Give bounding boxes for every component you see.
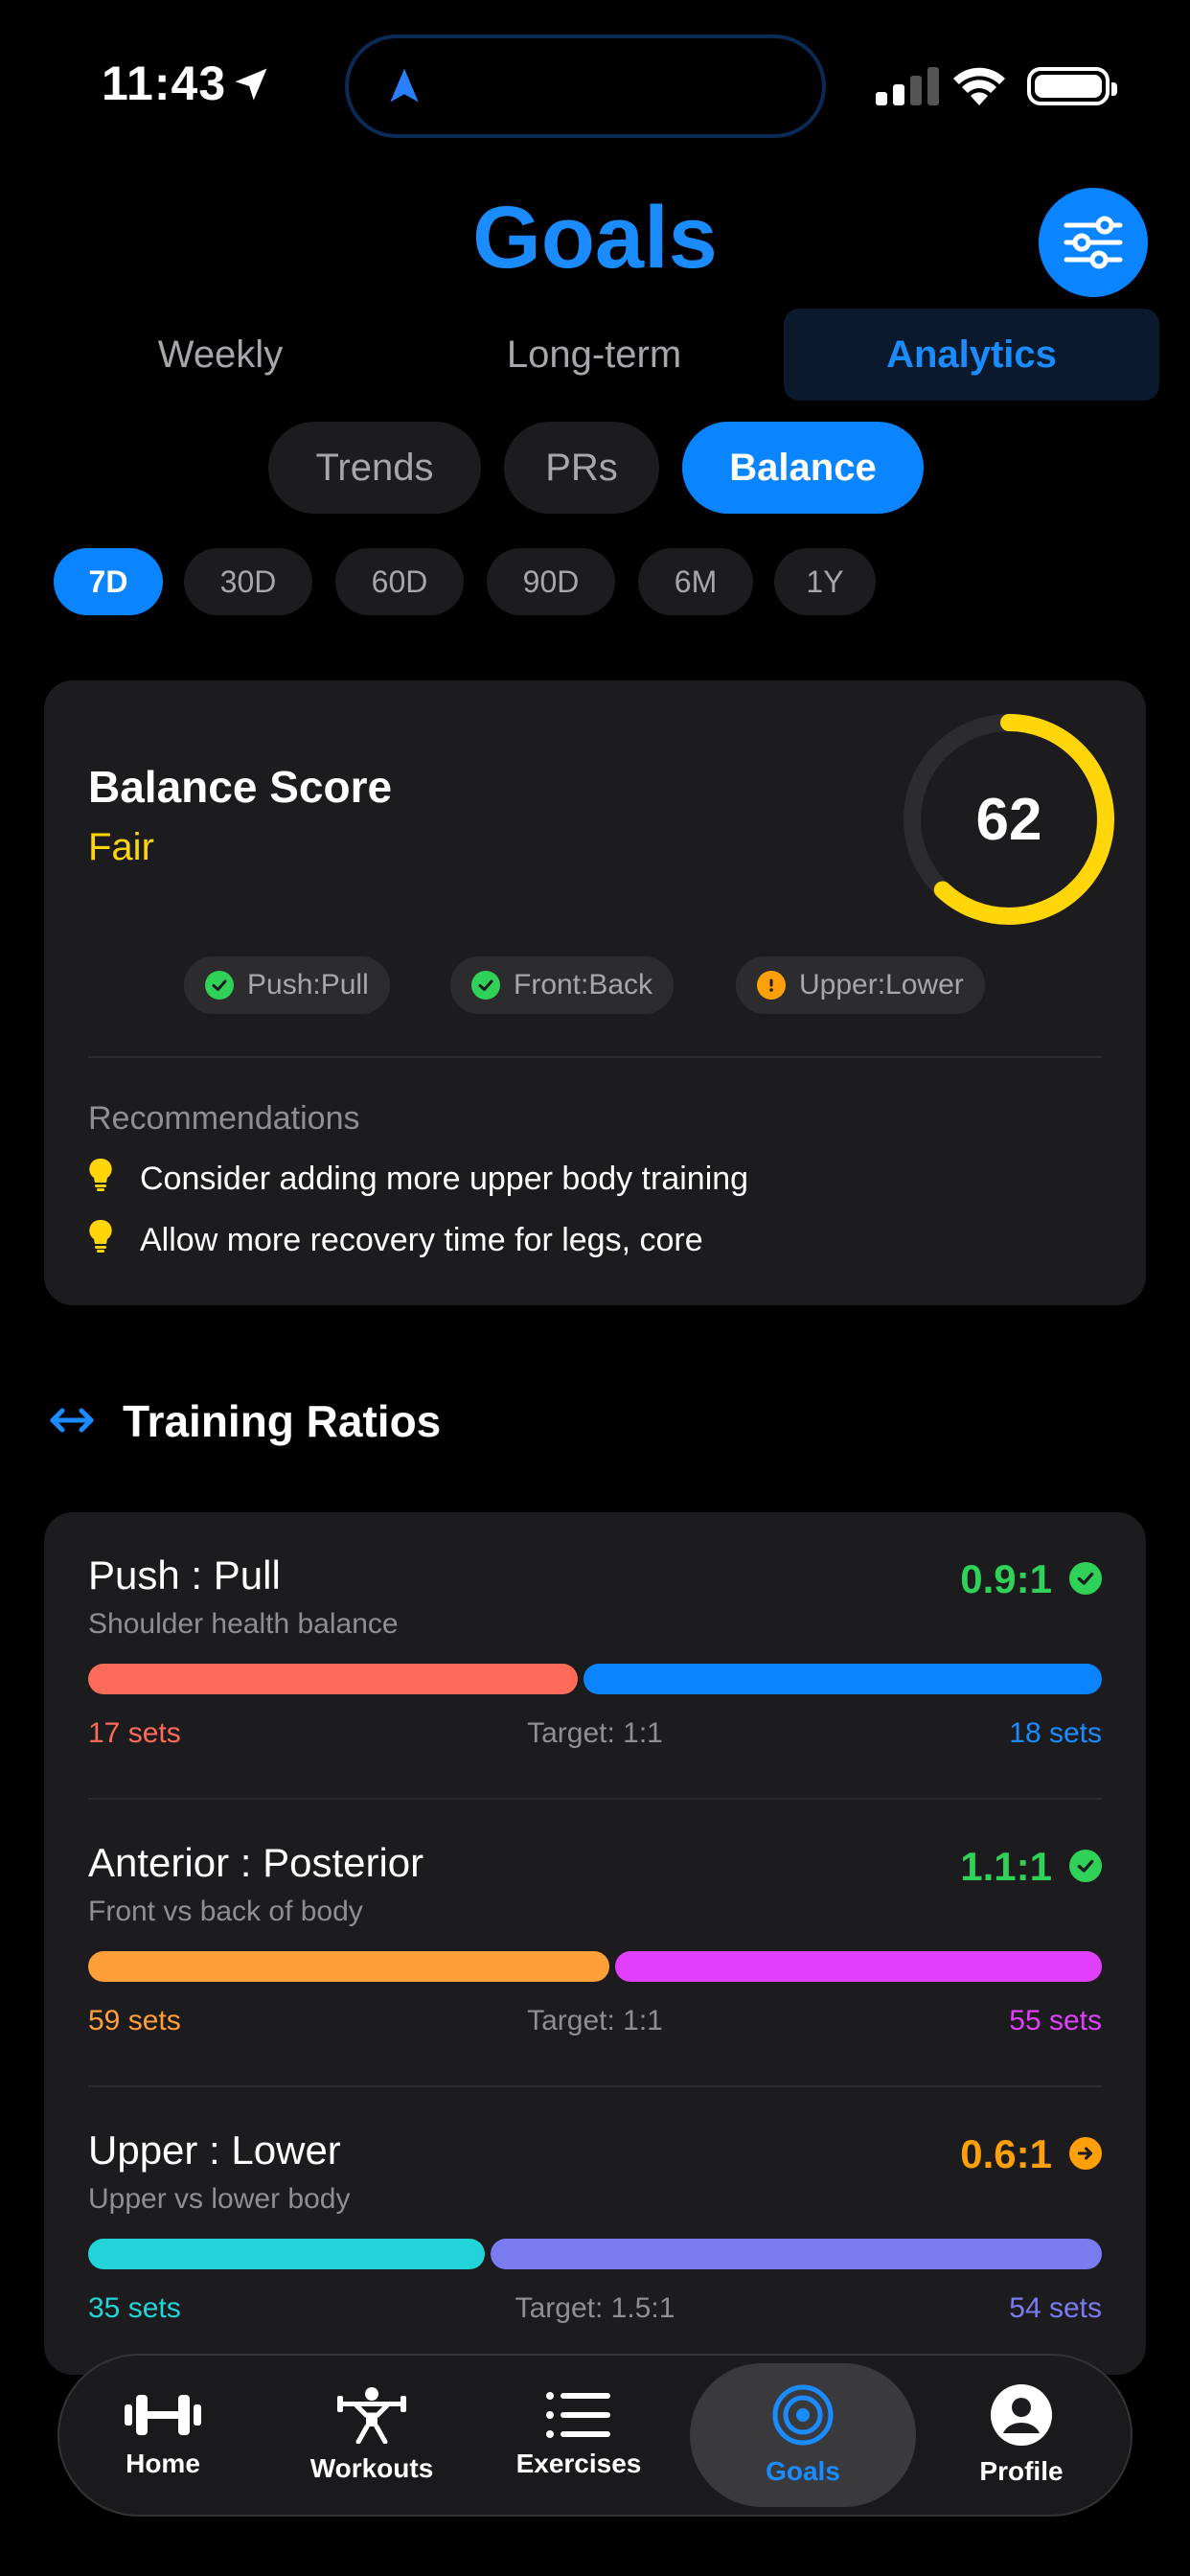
navigation-arrow-icon	[390, 68, 419, 103]
recommendation-item: Consider adding more upper body training	[88, 1158, 748, 1201]
target-icon	[772, 2384, 834, 2446]
ratio-bar-lower	[491, 2239, 1102, 2269]
check-circle-icon	[1069, 1562, 1102, 1595]
range-chip-1y[interactable]: 1Y	[774, 548, 876, 615]
nav-label: Exercises	[515, 2449, 642, 2478]
range-chip-90d[interactable]: 90D	[487, 548, 615, 615]
balance-score-card: Balance Score Fair 62 Push:Pull Front:Ba…	[44, 680, 1146, 1305]
recommendations-title: Recommendations	[88, 1100, 360, 1137]
top-tabs: Weekly Long-term Analytics	[38, 309, 1159, 401]
range-chip-6m[interactable]: 6M	[638, 548, 753, 615]
ratio-name: Anterior : Posterior	[88, 1840, 424, 1885]
nav-exercises[interactable]: Exercises	[475, 2356, 682, 2515]
cellular-signal-icon	[876, 67, 939, 105]
person-icon	[991, 2384, 1052, 2446]
subtab-trends[interactable]: Trends	[268, 422, 481, 514]
check-pill-label: Upper:Lower	[799, 969, 964, 1000]
ratio-name: Push : Pull	[88, 1552, 281, 1598]
ratio-description: Shoulder health balance	[88, 1608, 399, 1640]
ratio-description: Front vs back of body	[88, 1896, 363, 1927]
ratio-bar-posterior	[615, 1951, 1102, 1982]
lightbulb-icon	[88, 1219, 140, 1262]
card-divider	[88, 1056, 1102, 1058]
range-chip-30d[interactable]: 30D	[184, 548, 312, 615]
check-pill-upper-lower: Upper:Lower	[736, 956, 985, 1014]
ratio-bar-push	[88, 1664, 578, 1694]
training-ratios-title: Training Ratios	[123, 1396, 442, 1446]
ratio-value: 0.6:1	[960, 2131, 1052, 2176]
ratio-bar-anterior	[88, 1951, 609, 1982]
ratio-name: Upper : Lower	[88, 2128, 341, 2173]
ratio-row-upper-lower: Upper : Lower Upper vs lower body 0.6:1 …	[88, 2087, 1102, 2356]
check-pill-label: Push:Pull	[247, 969, 369, 1000]
ratio-row-push-pull: Push : Pull Shoulder health balance 0.9:…	[88, 1512, 1102, 1800]
ratio-row-anterior-posterior: Anterior : Posterior Front vs back of bo…	[88, 1800, 1102, 2087]
tab-analytics[interactable]: Analytics	[784, 309, 1159, 401]
ratio-bar-upper	[88, 2239, 485, 2269]
tab-long-term[interactable]: Long-term	[412, 309, 776, 401]
nav-label: Workouts	[309, 2453, 434, 2483]
goals-screen: 11:43 Goals Weekly Long-term Analytics T…	[0, 0, 1190, 2576]
balance-score-value: 62	[975, 786, 1042, 853]
page-title: Goals	[472, 189, 718, 287]
arrow-right-circle-icon	[1069, 2137, 1102, 2170]
warning-circle-icon	[757, 971, 786, 1000]
sliders-icon	[1064, 216, 1123, 269]
ratio-target: Target: 1.5:1	[515, 2292, 675, 2324]
subtab-prs[interactable]: PRs	[504, 422, 659, 514]
left-right-arrows-icon	[50, 1408, 94, 1433]
subtab-balance[interactable]: Balance	[682, 422, 924, 514]
status-time: 11:43	[102, 57, 227, 110]
ratio-target: Target: 1:1	[527, 2005, 663, 2036]
nav-label: Profile	[979, 2456, 1064, 2486]
ratio-right-sets: 55 sets	[1009, 2005, 1102, 2036]
filter-settings-button[interactable]	[1039, 188, 1148, 297]
lightbulb-icon	[88, 1158, 140, 1201]
training-ratios-card: Push : Pull Shoulder health balance 0.9:…	[44, 1512, 1146, 2375]
check-circle-icon	[1069, 1850, 1102, 1882]
list-icon	[546, 2392, 610, 2438]
ratio-description: Upper vs lower body	[88, 2183, 351, 2215]
recommendation-text: Consider adding more upper body training	[140, 1161, 749, 1197]
nav-label: Goals	[766, 2456, 840, 2486]
ratio-right-sets: 54 sets	[1009, 2292, 1102, 2324]
dumbbell-icon	[125, 2395, 201, 2435]
recommendation-item: Allow more recovery time for legs, core	[88, 1219, 703, 1262]
balance-score-rating: Fair	[88, 826, 154, 868]
nav-label: Home	[126, 2449, 200, 2478]
range-chip-60d[interactable]: 60D	[335, 548, 464, 615]
location-arrow-icon	[235, 68, 267, 101]
weightlifter-icon	[337, 2387, 406, 2444]
battery-icon	[1027, 67, 1117, 105]
check-circle-icon	[205, 971, 234, 1000]
ratio-bar-pull	[584, 1664, 1102, 1694]
ratio-value: 0.9:1	[960, 1556, 1052, 1601]
balance-score-title: Balance Score	[88, 762, 393, 812]
check-pill-label: Front:Back	[514, 969, 653, 1000]
ratio-right-sets: 18 sets	[1009, 1717, 1102, 1749]
ratio-target: Target: 1:1	[527, 1717, 663, 1749]
check-pill-front-back: Front:Back	[450, 956, 675, 1014]
recommendation-text: Allow more recovery time for legs, core	[140, 1222, 703, 1258]
check-circle-icon	[471, 971, 500, 1000]
dynamic-island	[345, 34, 826, 138]
nav-home[interactable]: Home	[59, 2356, 266, 2515]
tab-weekly[interactable]: Weekly	[38, 309, 402, 401]
nav-profile[interactable]: Profile	[918, 2356, 1125, 2515]
bottom-tab-bar: Home Workouts Exercises Goals Profile	[57, 2354, 1133, 2517]
nav-workouts[interactable]: Workouts	[268, 2356, 475, 2515]
wifi-icon	[953, 67, 1005, 105]
ratio-value: 1.1:1	[960, 1844, 1052, 1889]
check-pill-push-pull: Push:Pull	[184, 956, 390, 1014]
nav-goals[interactable]: Goals	[690, 2363, 916, 2507]
range-chip-7d[interactable]: 7D	[54, 548, 163, 615]
